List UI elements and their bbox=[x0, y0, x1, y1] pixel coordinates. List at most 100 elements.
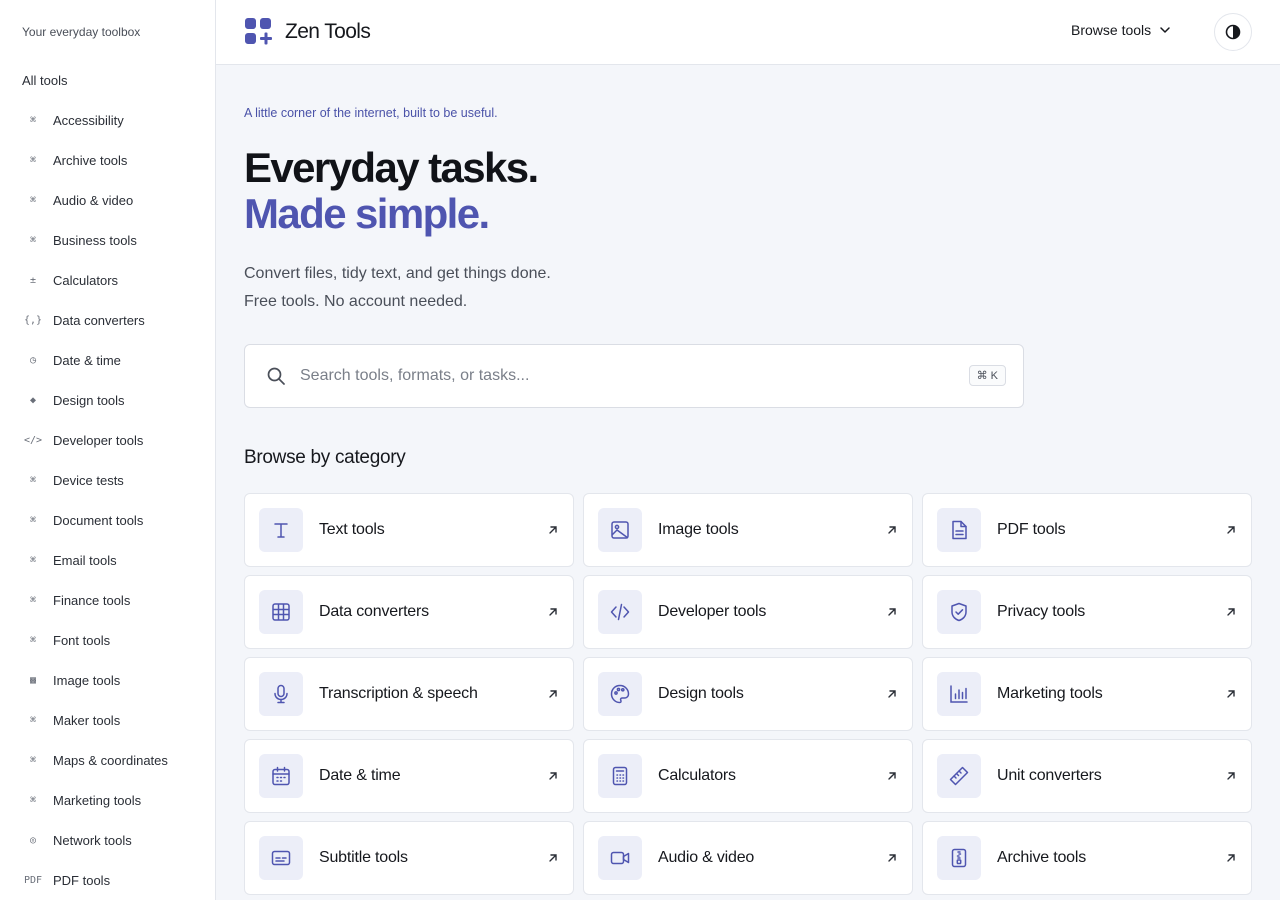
hero-title: Everyday tasks. Made simple. bbox=[244, 145, 539, 237]
sidebar-item-image-tools[interactable]: ▩ Image tools bbox=[0, 660, 215, 700]
sidebar-item-document-tools[interactable]: ⌘ Document tools bbox=[0, 500, 215, 540]
category-card-label: Marketing tools bbox=[997, 685, 1103, 702]
sidebar-item-label: Archive tools bbox=[53, 152, 128, 168]
sidebar-item-accessibility[interactable]: ⌘ Accessibility bbox=[0, 100, 215, 140]
category-card-marketing-tools[interactable]: Marketing tools bbox=[922, 657, 1252, 731]
category-card-image-tools[interactable]: Image tools bbox=[583, 493, 913, 567]
category-card-archive-tools[interactable]: Archive tools bbox=[922, 821, 1252, 895]
arrow-up-right-icon bbox=[888, 608, 896, 616]
command-icon: ⌘ bbox=[29, 594, 37, 606]
category-card-subtitle-tools[interactable]: Subtitle tools bbox=[244, 821, 574, 895]
category-card-pdf-tools[interactable]: PDF tools bbox=[922, 493, 1252, 567]
sidebar-item-email-tools[interactable]: ⌘ Email tools bbox=[0, 540, 215, 580]
theme-toggle-button[interactable] bbox=[1214, 13, 1252, 51]
category-card-label: Date & time bbox=[319, 767, 401, 784]
sidebar-item-label: Business tools bbox=[53, 232, 137, 248]
sidebar-item-label: Maps & coordinates bbox=[53, 752, 168, 768]
categories-title: Browse by category bbox=[244, 447, 406, 468]
arrow-up-right-icon bbox=[888, 526, 896, 534]
category-card-label: Archive tools bbox=[997, 849, 1086, 866]
command-icon: ⌘ bbox=[29, 714, 37, 726]
archive-icon bbox=[951, 848, 967, 868]
sidebar-item-marketing-tools[interactable]: ⌘ Marketing tools bbox=[0, 780, 215, 820]
arrow-up-right-icon bbox=[888, 772, 896, 780]
sidebar-item-network-tools[interactable]: ◎ Network tools bbox=[0, 820, 215, 860]
sidebar-item-archive-tools[interactable]: ⌘ Archive tools bbox=[0, 140, 215, 180]
sidebar-category-list: ⌘ Accessibility ⌘ Archive tools ⌘ Audio & v… bbox=[0, 100, 215, 900]
sidebar-item-calculators[interactable]: ± Calculators bbox=[0, 260, 215, 300]
microphone-icon bbox=[274, 684, 288, 704]
hero-subtitle-line1: Convert files, tidy text, and get things… bbox=[244, 265, 551, 282]
arrow-up-right-icon bbox=[549, 608, 557, 616]
image-icon: ▩ bbox=[29, 674, 37, 686]
plus-minus-icon: ± bbox=[29, 274, 37, 286]
arrow-up-right-icon bbox=[1227, 690, 1235, 698]
category-card-date-time[interactable]: Date & time bbox=[244, 739, 574, 813]
category-card-label: Data converters bbox=[319, 603, 429, 620]
sidebar-item-label: Marketing tools bbox=[53, 792, 142, 808]
code-icon: </> bbox=[23, 434, 43, 446]
category-card-calculators[interactable]: Calculators bbox=[583, 739, 913, 813]
ruler-icon bbox=[949, 766, 969, 786]
sidebar-item-device-tests[interactable]: ⌘ Device tests bbox=[0, 460, 215, 500]
sidebar-item-business-tools[interactable]: ⌘ Business tools bbox=[0, 220, 215, 260]
brand-logo-link[interactable]: Zen Tools bbox=[244, 17, 371, 47]
arrow-up-right-icon bbox=[549, 854, 557, 862]
search-input[interactable] bbox=[300, 367, 940, 385]
bar-chart-icon bbox=[950, 685, 968, 703]
category-card-label: Developer tools bbox=[658, 603, 767, 620]
arrow-up-right-icon bbox=[549, 526, 557, 534]
document-icon bbox=[952, 520, 967, 540]
hero-eyebrow: A little corner of the internet, built t… bbox=[244, 106, 498, 120]
sidebar-item-audio-video[interactable]: ⌘ Audio & video bbox=[0, 180, 215, 220]
category-card-label: Design tools bbox=[658, 685, 744, 702]
category-card-design-tools[interactable]: Design tools bbox=[583, 657, 913, 731]
category-card-audio-video[interactable]: Audio & video bbox=[583, 821, 913, 895]
search-icon bbox=[267, 367, 285, 385]
command-icon: ⌘ bbox=[29, 154, 37, 166]
arrow-up-right-icon bbox=[888, 854, 896, 862]
diamond-icon: ◆ bbox=[29, 394, 37, 406]
braces-icon: {,} bbox=[23, 314, 43, 326]
category-card-label: Subtitle tools bbox=[319, 849, 408, 866]
grid-plus-logo-icon bbox=[245, 18, 272, 45]
command-icon: ⌘ bbox=[29, 794, 37, 806]
category-card-label: Privacy tools bbox=[997, 603, 1086, 620]
sidebar-item-design-tools[interactable]: ◆ Design tools bbox=[0, 380, 215, 420]
sidebar-item-developer-tools[interactable]: </> Developer tools bbox=[0, 420, 215, 460]
arrow-up-right-icon bbox=[549, 772, 557, 780]
arrow-up-right-icon bbox=[1227, 772, 1235, 780]
sidebar-item-maker-tools[interactable]: ⌘ Maker tools bbox=[0, 700, 215, 740]
category-card-developer-tools[interactable]: Developer tools bbox=[583, 575, 913, 649]
sidebar-item-pdf-tools[interactable]: PDF PDF tools bbox=[0, 860, 215, 900]
sidebar-item-label: Document tools bbox=[53, 512, 144, 528]
category-card-privacy-tools[interactable]: Privacy tools bbox=[922, 575, 1252, 649]
command-icon: ⌘ bbox=[29, 514, 37, 526]
brand-name: Zen Tools bbox=[285, 20, 371, 43]
sidebar-item-label: Finance tools bbox=[53, 592, 131, 608]
pdf-icon: PDF bbox=[23, 874, 43, 886]
category-card-data-converters[interactable]: Data converters bbox=[244, 575, 574, 649]
category-card-text-tools[interactable]: Text tools bbox=[244, 493, 574, 567]
sidebar-item-data-converters[interactable]: {,} Data converters bbox=[0, 300, 215, 340]
browse-tools-dropdown[interactable]: Browse tools bbox=[1071, 22, 1171, 38]
sidebar-item-maps-coordinates[interactable]: ⌘ Maps & coordinates bbox=[0, 740, 215, 780]
category-grid: Text tools Image tools PDF tools Data co… bbox=[244, 493, 1252, 895]
sidebar-item-label: Accessibility bbox=[53, 112, 124, 128]
sidebar-all-tools-link[interactable]: All tools bbox=[22, 73, 68, 88]
calendar-icon bbox=[272, 766, 290, 786]
command-icon: ⌘ bbox=[29, 554, 37, 566]
sidebar-item-label: Date & time bbox=[53, 352, 121, 368]
category-card-unit-converters[interactable]: Unit converters bbox=[922, 739, 1252, 813]
sidebar-item-font-tools[interactable]: ⌘ Font tools bbox=[0, 620, 215, 660]
hero-subtitle: Convert files, tidy text, and get things… bbox=[244, 260, 551, 316]
sidebar-item-label: Font tools bbox=[53, 632, 111, 648]
command-icon: ⌘ bbox=[29, 234, 37, 246]
sidebar-item-finance-tools[interactable]: ⌘ Finance tools bbox=[0, 580, 215, 620]
sidebar-item-date-time[interactable]: ◷ Date & time bbox=[0, 340, 215, 380]
category-card-transcription-speech[interactable]: Transcription & speech bbox=[244, 657, 574, 731]
category-card-label: Text tools bbox=[319, 521, 385, 538]
chevron-down-icon bbox=[1160, 27, 1170, 33]
table-icon bbox=[272, 603, 290, 621]
arrow-up-right-icon bbox=[888, 690, 896, 698]
